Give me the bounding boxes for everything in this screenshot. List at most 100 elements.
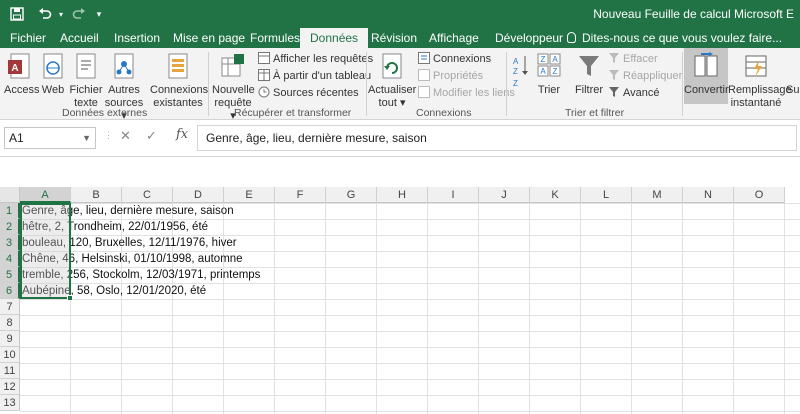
show-queries-icon [258,52,270,64]
customize-toolbar-icon[interactable]: ▾ [92,4,106,24]
title-bar: ▾ ▾ Nouveau Feuille de calcul Microsoft … [0,0,800,28]
tab-accueil[interactable]: Accueil [50,28,109,48]
undo-dropdown-icon[interactable]: ▾ [56,4,66,24]
recent-sources-icon [258,86,270,98]
other-sources-icon [114,53,134,79]
remplissage-instantane-button[interactable]: Remplissage instantané [728,52,792,110]
undo-icon[interactable] [34,4,56,24]
column-header-l[interactable]: L [581,187,632,203]
effacer-button[interactable]: Effacer [608,51,658,67]
filtrer-button[interactable]: Filtrer [572,52,606,97]
column-header-o[interactable]: O [734,187,785,203]
column-gridline [580,203,581,414]
row-header-1[interactable]: 1 [0,203,20,219]
row-header-4[interactable]: 4 [0,251,20,267]
tab-revision[interactable]: Révision [361,28,427,48]
svg-text:A: A [552,55,558,64]
access-button[interactable]: A Access [4,52,39,97]
column-header-a[interactable]: A [20,187,71,203]
column-header-f[interactable]: F [275,187,326,203]
sources-recentes-button[interactable]: Sources récentes [258,85,359,101]
column-gridline [274,203,275,414]
window-title: Nouveau Feuille de calcul Microsoft E [593,7,794,21]
sort-icon: Z AA Z [537,53,561,77]
row-header-7[interactable]: 7 [0,299,20,315]
group-label-recuperer: Récupérer et transformer [234,107,352,119]
from-table-icon [258,69,270,81]
column-header-h[interactable]: H [377,187,428,203]
row-header-11[interactable]: 11 [0,363,20,379]
convertir-button[interactable]: Convertir [684,48,729,104]
edit-links-icon [418,86,430,98]
select-all-button[interactable] [0,187,20,203]
tell-me-box[interactable]: Dites-nous ce que vous voulez faire... [567,28,782,48]
redo-icon[interactable] [68,4,90,24]
formula-input[interactable]: Genre, âge, lieu, dernière mesure, saiso… [197,125,797,151]
afficher-requetes-button[interactable]: Afficher les requêtes [258,51,373,67]
column-header-k[interactable]: K [530,187,581,203]
fichier-texte-button[interactable]: Fichier texte [68,52,104,110]
tab-developpeur[interactable]: Développeur [485,28,573,48]
row-header-9[interactable]: 9 [0,331,20,347]
actualiser-tout-button[interactable]: Actualiser tout ▾ [368,52,416,110]
tab-fichier[interactable]: Fichier [0,28,56,48]
sort-a-z-button[interactable]: AZZ [510,54,532,92]
group-divider [366,52,367,116]
column-header-m[interactable]: M [632,187,683,203]
column-header-b[interactable]: B [71,187,122,203]
save-icon[interactable] [6,4,28,24]
access-icon: A [8,53,30,79]
group-divider [682,52,683,116]
ribbon: A Access Web Fichier texte Autres source… [0,48,800,122]
suppression-button-partial[interactable]: Su [786,84,800,97]
row-header-13[interactable]: 13 [0,395,20,411]
existing-connections-icon [168,53,188,79]
a-partir-tableau-button[interactable]: À partir d'un tableau [258,68,371,84]
connexions-button[interactable]: Connexions [418,51,491,67]
enter-icon[interactable]: ✓ [146,128,157,144]
row-header-5[interactable]: 5 [0,267,20,283]
row-header-2[interactable]: 2 [0,219,20,235]
svg-text:Z: Z [553,67,558,76]
row-header-12[interactable]: 12 [0,379,20,395]
name-box[interactable]: A1 ▼ [4,127,96,149]
reappliquer-button[interactable]: Réappliquer [608,68,682,84]
proprietes-button[interactable]: Propriétés [418,68,483,84]
row-header-6[interactable]: 6 [0,283,20,299]
column-header-c[interactable]: C [122,187,173,203]
lightbulb-icon [567,32,576,43]
web-button[interactable]: Web [40,52,66,97]
tab-affichage[interactable]: Affichage [419,28,489,48]
column-header-j[interactable]: J [479,187,530,203]
column-header-i[interactable]: I [428,187,479,203]
worksheet-grid[interactable]: ABCDEFGHIJKLMNO 1 2 3 4 5 6 7 8 9 10 11 12 13 Genre,… [0,187,800,414]
clear-filter-icon [609,53,619,63]
fill-handle[interactable] [67,295,73,301]
tab-insertion[interactable]: Insertion [104,28,170,48]
row-header-10[interactable]: 10 [0,347,20,363]
column-header-n[interactable]: N [683,187,734,203]
column-gridline [325,203,326,414]
insert-function-icon[interactable]: fx [176,127,188,142]
avance-button[interactable]: Avancé [608,85,660,101]
new-query-icon [221,54,244,77]
row-header-3[interactable]: 3 [0,235,20,251]
group-divider [506,52,507,116]
connexions-existantes-button[interactable]: Connexions existantes [150,52,208,110]
column-header-e[interactable]: E [224,187,275,203]
row-header-8[interactable]: 8 [0,315,20,331]
column-header-d[interactable]: D [173,187,224,203]
flash-fill-icon [745,55,767,77]
column-header-g[interactable]: G [326,187,377,203]
trier-button[interactable]: ZAAZ Trier [534,52,564,97]
column-gridline [427,203,428,414]
cancel-icon[interactable]: ✕ [120,128,131,144]
column-gridline [376,203,377,414]
tab-donnees[interactable]: Données [300,28,369,48]
group-divider [208,52,209,116]
name-box-dropdown-icon[interactable]: ▼ [82,128,91,148]
modifier-liens-button[interactable]: Modifier les liens [418,85,515,101]
svg-text:Z: Z [513,67,518,76]
advanced-filter-icon [609,87,619,97]
group-label-trier-filtrer: Trier et filtrer [565,107,625,119]
